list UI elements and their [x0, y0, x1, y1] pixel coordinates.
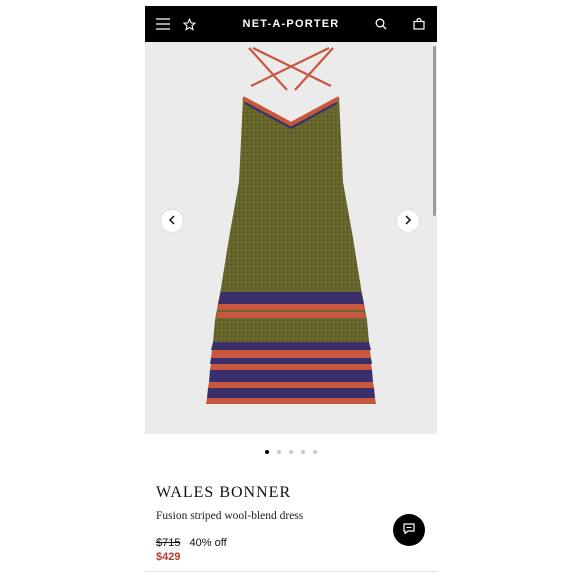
star-icon[interactable]: [181, 16, 197, 32]
gallery-pagination: [145, 450, 437, 454]
chevron-right-icon: [404, 212, 412, 230]
designer-name[interactable]: WALES BONNER: [156, 484, 291, 502]
scrollbar-thumb[interactable]: [433, 46, 436, 216]
discount-label: 40% off: [189, 537, 227, 549]
pagination-dot[interactable]: [265, 450, 269, 454]
product-image-dress: [206, 47, 376, 404]
product-image-gallery[interactable]: [145, 42, 437, 434]
sale-price: $429: [156, 551, 181, 563]
menu-icon[interactable]: [155, 16, 171, 32]
chat-button[interactable]: [393, 514, 425, 546]
pagination-dot[interactable]: [277, 450, 281, 454]
app-frame: NET-A-PORTER WALES BONNER Fusion striped…: [145, 6, 437, 580]
chat-icon: [403, 521, 415, 539]
divider: [145, 571, 437, 572]
shopping-bag-icon[interactable]: [411, 16, 427, 32]
price-row: $715 40% off: [156, 537, 227, 549]
original-price: $715: [156, 537, 181, 549]
pagination-dot[interactable]: [313, 450, 317, 454]
pagination-dot[interactable]: [289, 450, 293, 454]
top-nav-bar: NET-A-PORTER: [145, 6, 437, 42]
pagination-dot[interactable]: [301, 450, 305, 454]
chevron-left-icon: [168, 212, 176, 230]
search-icon[interactable]: [373, 16, 389, 32]
product-name: Fusion striped wool-blend dress: [156, 510, 304, 522]
gallery-prev-button[interactable]: [161, 210, 183, 232]
gallery-next-button[interactable]: [397, 210, 419, 232]
